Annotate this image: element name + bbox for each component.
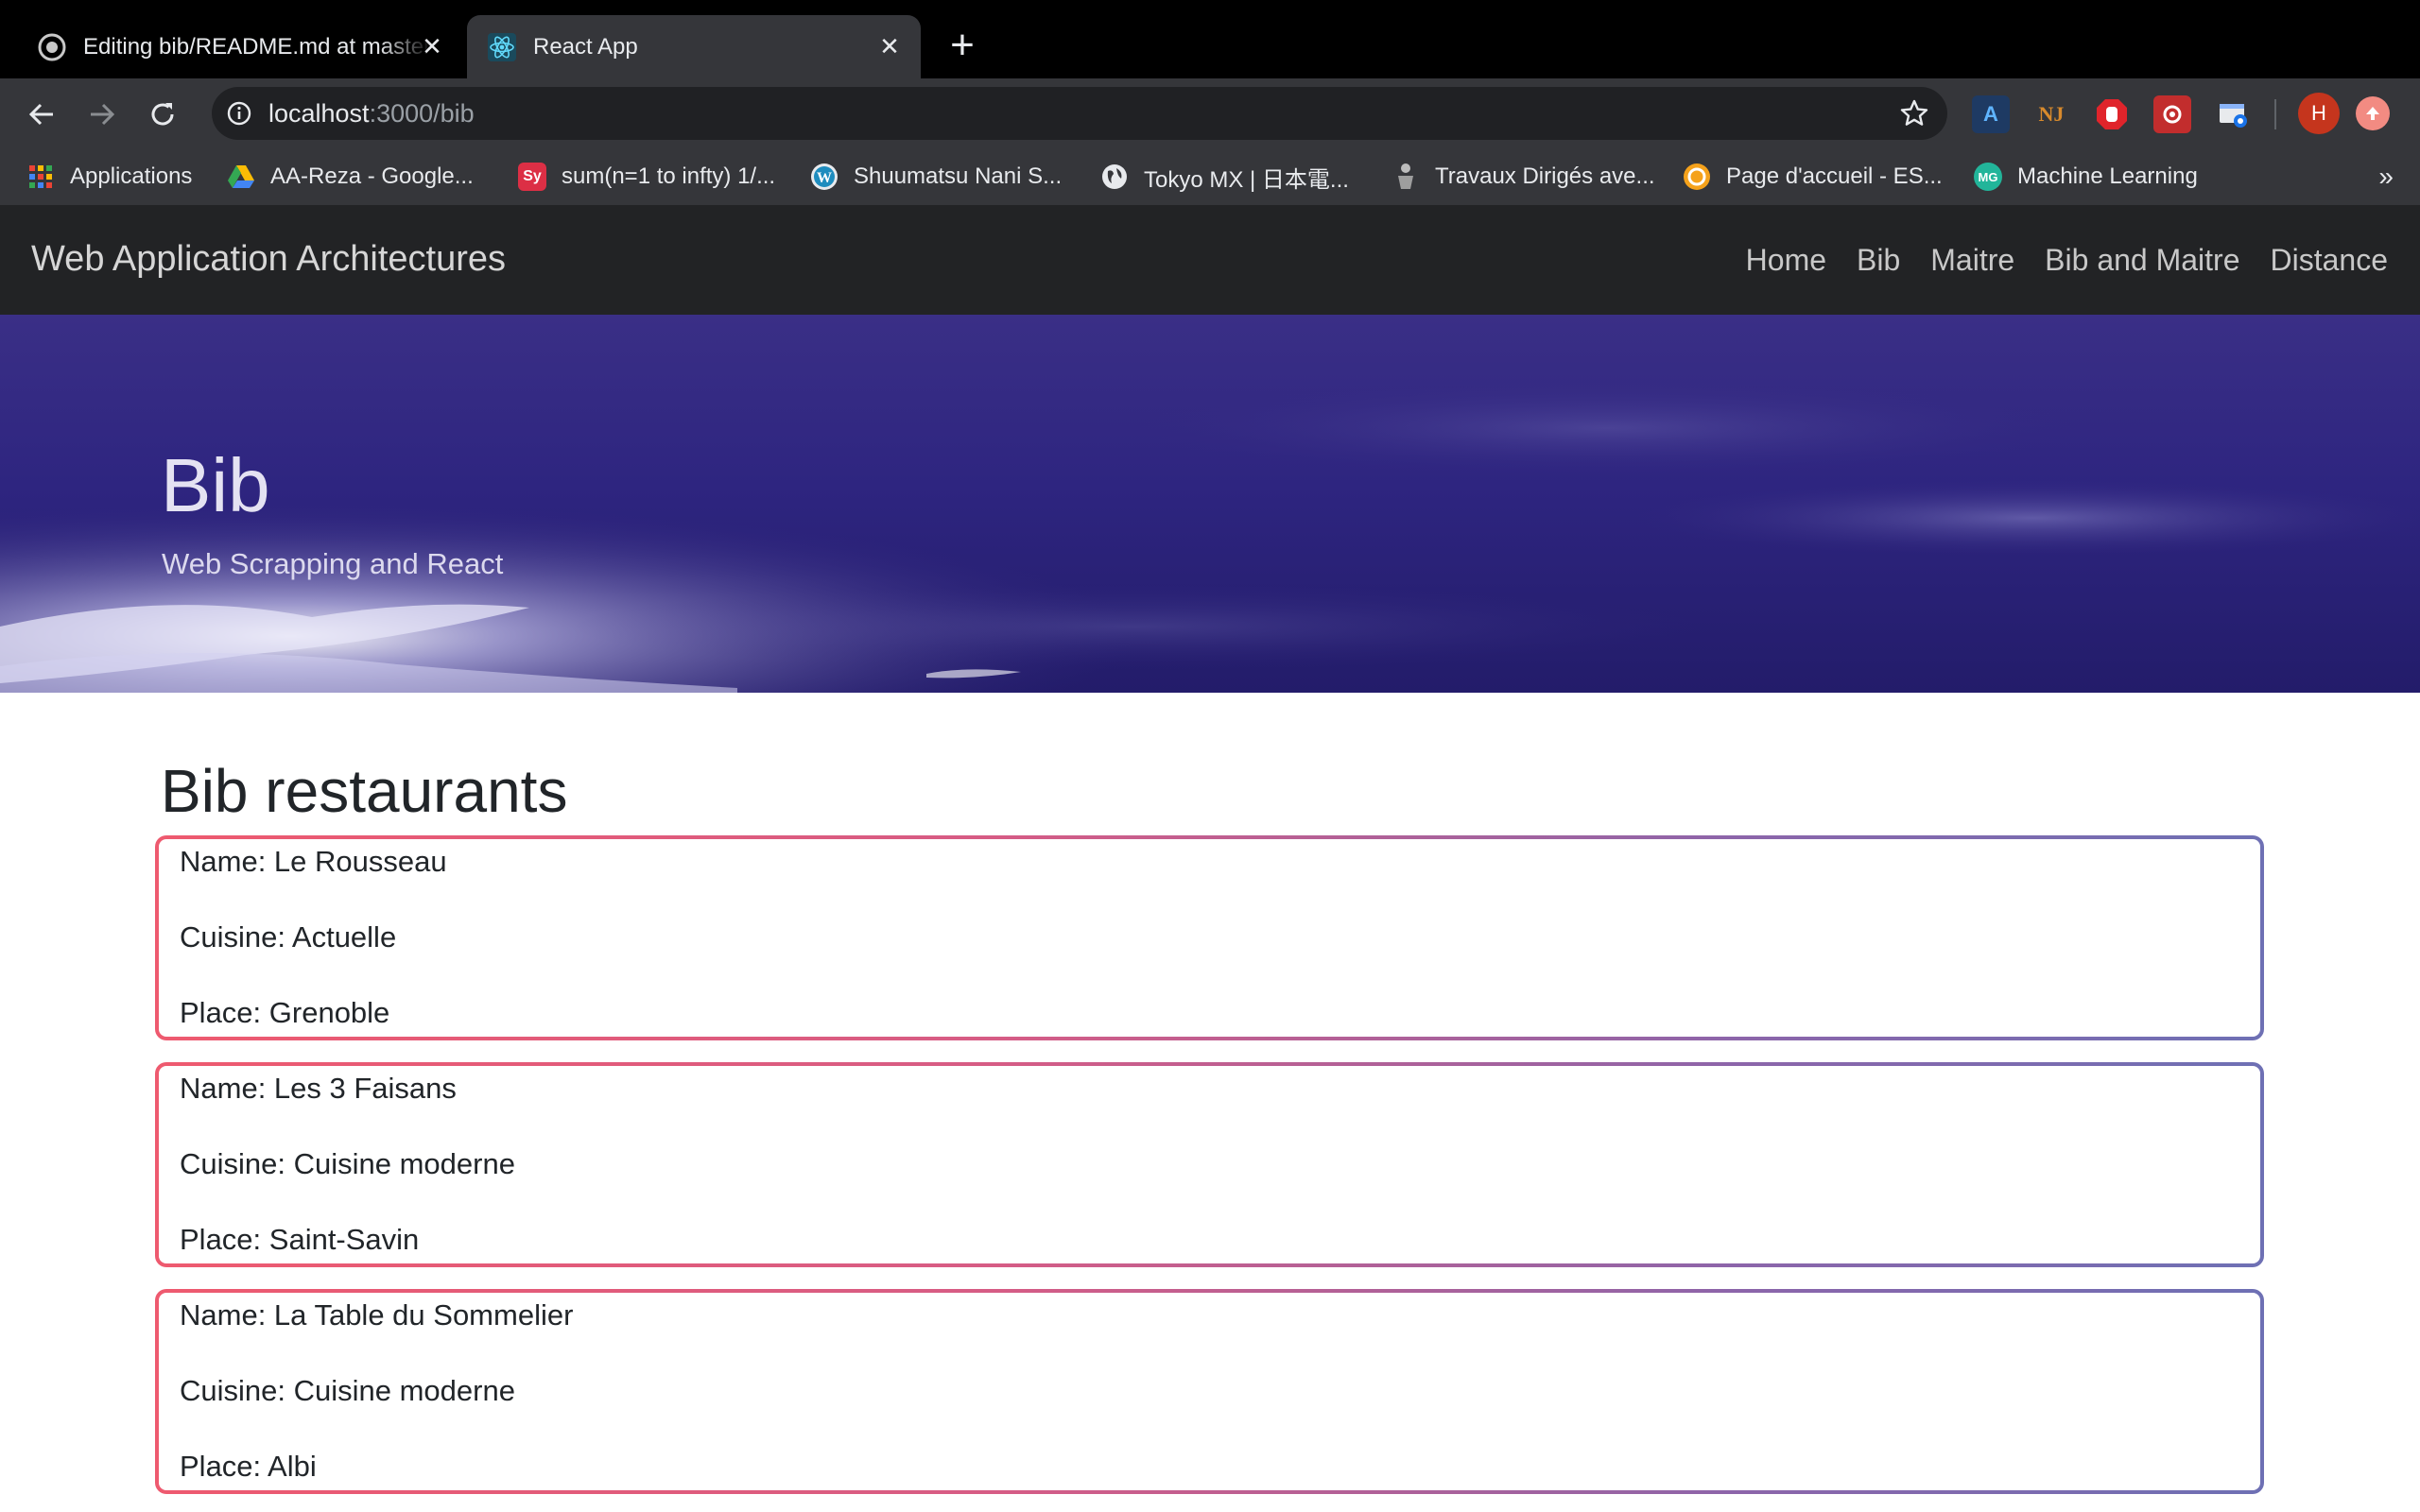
mg-icon: MG — [1974, 163, 2002, 191]
restaurant-cuisine: Cuisine: Actuelle — [180, 920, 397, 954]
react-icon — [488, 32, 516, 61]
restaurant-place: Place: Grenoble — [180, 996, 390, 1029]
section-title: Bib restaurants — [161, 757, 568, 825]
hero-banner: Bib Web Scrapping and React — [0, 315, 2420, 693]
apps-grid-icon — [26, 163, 55, 191]
restaurant-card: Name: Le Rousseau Cuisine: Actuelle Plac… — [155, 835, 2264, 1040]
bookmark-label: AA-Reza - Google... — [270, 163, 474, 189]
forward-icon[interactable] — [83, 95, 121, 133]
nav-link-maitre[interactable]: Maitre — [1930, 243, 2014, 278]
bookmark-aa-reza[interactable]: AA-Reza - Google... — [227, 162, 474, 192]
close-tab-icon[interactable]: ✕ — [875, 32, 904, 60]
bookmark-shuumatsu[interactable]: W Shuumatsu Nani S... — [810, 162, 1062, 192]
update-icon[interactable] — [2356, 96, 2390, 130]
browser-tabstrip: Editing bib/README.md at master ✕ React … — [0, 0, 2420, 78]
svg-text:W: W — [817, 170, 832, 186]
sky-clouds-image — [0, 315, 2420, 693]
restaurant-card: Name: Les 3 Faisans Cuisine: Cuisine mod… — [155, 1062, 2264, 1267]
close-tab-icon[interactable]: ✕ — [418, 32, 446, 60]
url-text: localhost:3000/bib — [268, 99, 475, 128]
bookmarks-overflow-button[interactable]: » — [2378, 162, 2394, 192]
reload-icon[interactable] — [144, 95, 182, 133]
bookmark-label: Machine Learning — [2017, 163, 2198, 189]
bookmark-symbolab[interactable]: Sy sum(n=1 to infty) 1/... — [518, 162, 775, 192]
extension-adblock-icon[interactable] — [2093, 95, 2131, 133]
bookmark-label: Tokyo MX | 日本電... — [1144, 166, 1349, 193]
bookmark-esilv[interactable]: Page d'accueil - ES... — [1683, 162, 1943, 192]
wordpress-icon: W — [810, 163, 838, 191]
bookmark-label: Travaux Dirigés ave... — [1435, 163, 1655, 189]
bookmark-machine-learning[interactable]: MG Machine Learning — [1974, 162, 2198, 192]
nav-link-bib-and-maitre[interactable]: Bib and Maitre — [2045, 243, 2239, 278]
extension-nj-icon[interactable]: NJ — [2032, 95, 2070, 133]
nav-link-distance[interactable]: Distance — [2271, 243, 2389, 278]
github-icon — [38, 33, 66, 61]
restaurant-place: Place: Albi — [180, 1450, 317, 1483]
restaurant-list: Name: Le Rousseau Cuisine: Actuelle Plac… — [155, 835, 2264, 1512]
hero-subtitle: Web Scrapping and React — [162, 547, 504, 580]
globe-icon — [1100, 163, 1129, 191]
extension-red-icon[interactable] — [2153, 95, 2191, 133]
nav-link-bib[interactable]: Bib — [1857, 243, 1900, 278]
profile-avatar[interactable]: H — [2298, 93, 2340, 134]
back-icon[interactable] — [23, 95, 60, 133]
google-drive-icon — [227, 163, 255, 191]
tab-react-app[interactable]: React App ✕ — [467, 15, 921, 78]
symbolab-icon: Sy — [518, 163, 546, 191]
extension-a-icon[interactable]: A — [1972, 95, 2010, 133]
restaurant-name: Name: La Table du Sommelier — [180, 1298, 574, 1332]
tab-title: React App — [533, 33, 638, 60]
restaurant-name: Name: Le Rousseau — [180, 845, 447, 878]
bookmark-star-icon[interactable] — [1898, 97, 1930, 129]
site-info-icon[interactable] — [225, 99, 253, 128]
hero-title: Bib — [161, 443, 270, 527]
bookmark-applications[interactable]: Applications — [26, 162, 192, 192]
bookmark-label: Applications — [70, 163, 193, 189]
bookmarks-bar: Applications AA-Reza - Google... Sy sum(… — [0, 148, 2420, 205]
toolbar-separator — [2274, 99, 2276, 129]
esilv-icon — [1683, 163, 1711, 191]
app-navbar: Web Application Architectures Home Bib M… — [0, 205, 2420, 315]
restaurant-place: Place: Saint-Savin — [180, 1223, 420, 1256]
restaurant-name: Name: Les 3 Faisans — [180, 1072, 457, 1105]
browser-toolbar: localhost:3000/bib A NJ H — [0, 78, 2420, 148]
tab-editing-readme[interactable]: Editing bib/README.md at master ✕ — [0, 15, 463, 78]
extension-screenshot-icon[interactable] — [2214, 95, 2252, 133]
bookmark-label: Page d'accueil - ES... — [1726, 163, 1943, 189]
address-bar[interactable]: localhost:3000/bib — [212, 87, 1947, 140]
navbar-brand[interactable]: Web Application Architectures — [31, 239, 506, 280]
navbar-links: Home Bib Maitre Bib and Maitre Distance — [1746, 243, 2388, 278]
bookmark-travaux[interactable]: Travaux Dirigés ave... — [1392, 162, 1655, 192]
nav-link-home[interactable]: Home — [1746, 243, 1826, 278]
bookmark-label: Shuumatsu Nani S... — [854, 163, 1063, 189]
restaurant-card: Name: La Table du Sommelier Cuisine: Cui… — [155, 1289, 2264, 1494]
restaurant-cuisine: Cuisine: Cuisine moderne — [180, 1374, 515, 1407]
new-tab-button[interactable]: + — [943, 25, 981, 66]
bookmark-tokyo-mx[interactable]: Tokyo MX | 日本電... — [1100, 162, 1349, 193]
figure-icon — [1392, 163, 1420, 191]
bookmark-label: sum(n=1 to infty) 1/... — [562, 163, 776, 189]
restaurant-cuisine: Cuisine: Cuisine moderne — [180, 1147, 515, 1180]
tab-title: Editing bib/README.md at master — [83, 33, 432, 60]
